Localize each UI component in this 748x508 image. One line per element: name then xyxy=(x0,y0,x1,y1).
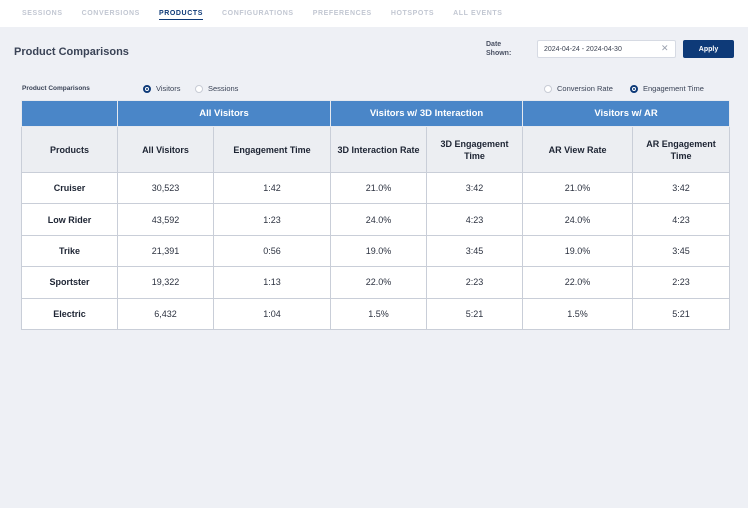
tab-preferences[interactable]: PREFERENCES xyxy=(313,0,372,27)
table-cell: 5:21 xyxy=(632,297,731,330)
table-row: Cruiser 30,523 1:42 21.0% 3:42 21.0% 3:4… xyxy=(21,171,731,205)
table-cell: 2:23 xyxy=(632,266,731,299)
table-cell: 1.5% xyxy=(330,297,428,330)
table-cell: 19,322 xyxy=(117,266,214,299)
date-shown-label: Date Shown: xyxy=(486,40,526,58)
radio-conversion-rate[interactable]: Conversion Rate xyxy=(544,84,613,93)
tab-conversions[interactable]: CONVERSIONS xyxy=(82,0,140,27)
table-cell: 24.0% xyxy=(522,203,634,236)
table-cell: 0:56 xyxy=(212,234,332,268)
table-cell: 3:42 xyxy=(426,171,524,205)
table-cell: 24.0% xyxy=(330,203,428,236)
table-cell: 21.0% xyxy=(330,171,428,205)
column-header-products[interactable]: Products xyxy=(21,126,118,173)
table-cell: 6,432 xyxy=(117,297,214,330)
table-cell: 3:45 xyxy=(632,234,731,268)
radio-engagement-time-label: Engagement Time xyxy=(643,84,704,93)
tab-sessions[interactable]: SESSIONS xyxy=(22,0,63,27)
comparison-filter-label: Product Comparisons xyxy=(22,85,90,92)
table-cell: 1:23 xyxy=(212,203,332,236)
table-cell: 1:04 xyxy=(212,297,332,330)
table-row: Trike 21,391 0:56 19.0% 3:45 19.0% 3:45 xyxy=(21,234,731,268)
radio-unselected-icon xyxy=(195,84,203,93)
column-header-3d-interaction-rate[interactable]: 3D Interaction Rate xyxy=(330,126,428,173)
top-navigation: SESSIONS CONVERSIONS PRODUCTS CONFIGURAT… xyxy=(0,0,748,27)
table-cell: 3:45 xyxy=(426,234,524,268)
radio-selected-icon xyxy=(630,84,638,93)
table-row: Sportster 19,322 1:13 22.0% 2:23 22.0% 2… xyxy=(21,266,731,299)
radio-conversion-rate-label: Conversion Rate xyxy=(557,84,613,93)
column-header-ar-engagement-time[interactable]: AR Engagement Time xyxy=(632,126,731,173)
radio-engagement-time[interactable]: Engagement Time xyxy=(630,84,704,93)
column-header-row: Products All Visitors Engagement Time 3D… xyxy=(21,126,731,173)
product-comparison-table: All Visitors Visitors w/ 3D Interaction … xyxy=(21,100,731,330)
table-cell: 21.0% xyxy=(522,171,634,205)
date-range-input[interactable] xyxy=(537,40,676,58)
group-header-3d-interaction: Visitors w/ 3D Interaction xyxy=(330,100,524,127)
cell-product-name: Sportster xyxy=(21,266,118,299)
clear-icon[interactable]: ✕ xyxy=(661,44,669,53)
cell-product-name: Low Rider xyxy=(21,203,118,236)
radio-sessions-label: Sessions xyxy=(208,84,239,93)
table-cell: 21,391 xyxy=(117,234,214,268)
table-cell: 30,523 xyxy=(117,171,214,205)
page-title: Product Comparisons xyxy=(14,46,129,58)
group-header-blank xyxy=(21,100,118,127)
table-cell: 4:23 xyxy=(632,203,731,236)
group-header-row: All Visitors Visitors w/ 3D Interaction … xyxy=(21,100,731,127)
table-cell: 1.5% xyxy=(522,297,634,330)
column-header-all-visitors[interactable]: All Visitors xyxy=(117,126,214,173)
date-label-line1: Date xyxy=(486,41,502,48)
tab-all-events[interactable]: ALL EVENTS xyxy=(453,0,502,27)
table-cell: 4:23 xyxy=(426,203,524,236)
column-header-ar-view-rate[interactable]: AR View Rate xyxy=(522,126,634,173)
radio-unselected-icon xyxy=(544,84,552,93)
apply-button[interactable]: Apply xyxy=(683,40,734,58)
tab-products[interactable]: PRODUCTS xyxy=(158,0,204,27)
table-cell: 5:21 xyxy=(426,297,524,330)
table-cell: 43,592 xyxy=(117,203,214,236)
tab-configurations[interactable]: CONFIGURATIONS xyxy=(222,0,294,27)
radio-selected-icon xyxy=(143,84,151,93)
table-cell: 1:13 xyxy=(212,266,332,299)
cell-product-name: Cruiser xyxy=(21,171,118,205)
table-cell: 1:42 xyxy=(212,171,332,205)
tab-hotspots[interactable]: HOTSPOTS xyxy=(391,0,434,27)
table-cell: 22.0% xyxy=(330,266,428,299)
date-label-line2: Shown: xyxy=(486,50,512,57)
table-row: Low Rider 43,592 1:23 24.0% 4:23 24.0% 4… xyxy=(21,203,731,236)
table-cell: 22.0% xyxy=(522,266,634,299)
table-cell: 19.0% xyxy=(330,234,428,268)
group-header-all-visitors: All Visitors xyxy=(116,100,332,127)
radio-sessions[interactable]: Sessions xyxy=(195,84,238,93)
group-header-ar: Visitors w/ AR xyxy=(522,100,731,127)
radio-visitors-label: Visitors xyxy=(156,84,181,93)
table-cell: 3:42 xyxy=(632,171,731,205)
table-cell: 19.0% xyxy=(522,234,634,268)
table-row: Electric 6,432 1:04 1.5% 5:21 1.5% 5:21 xyxy=(21,297,731,330)
cell-product-name: Trike xyxy=(21,234,118,268)
table-cell: 2:23 xyxy=(426,266,524,299)
column-header-engagement-time[interactable]: Engagement Time xyxy=(212,126,332,173)
radio-visitors[interactable]: Visitors xyxy=(143,84,180,93)
cell-product-name: Electric xyxy=(21,297,118,330)
column-header-3d-engagement-time[interactable]: 3D Engagement Time xyxy=(426,126,524,173)
